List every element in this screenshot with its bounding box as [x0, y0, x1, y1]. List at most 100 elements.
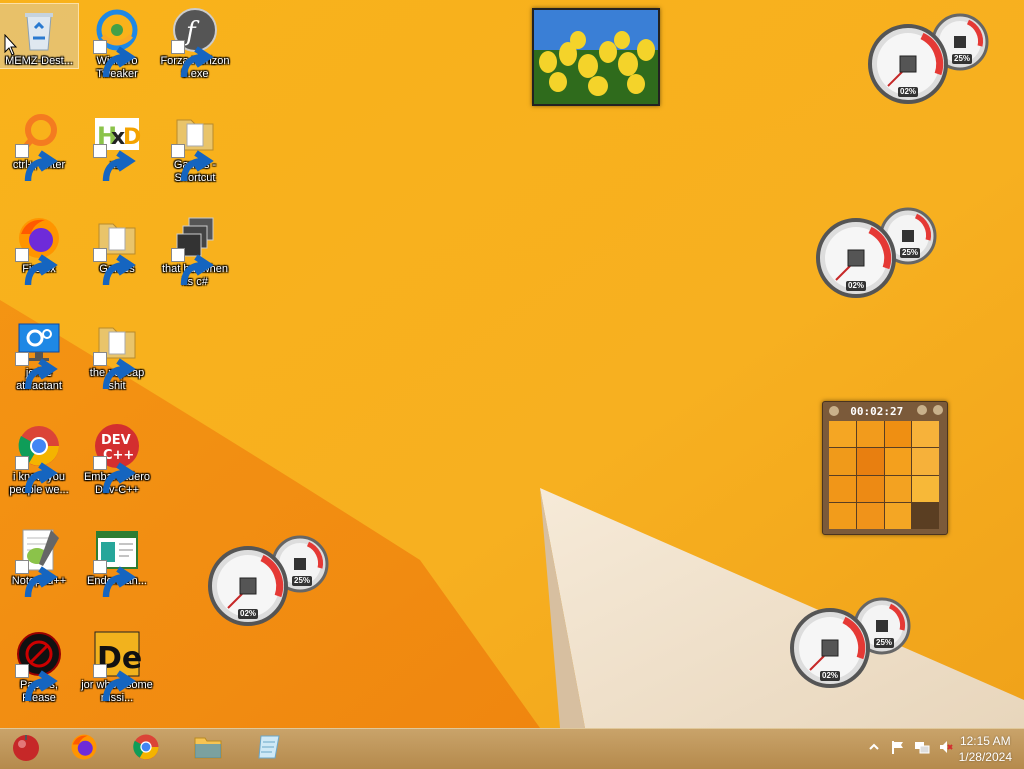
desktop-icon[interactable]: Hx DxD — [78, 108, 156, 182]
cpu-usage-value: 02% — [846, 281, 867, 291]
window-app-icon — [93, 526, 141, 598]
puzzle-shuffle-button[interactable] — [933, 405, 943, 415]
shortcut-arrow-icon — [15, 352, 58, 390]
puzzle-tile[interactable] — [829, 502, 856, 529]
start-button[interactable] — [2, 731, 50, 767]
start-orb-icon — [11, 732, 41, 767]
desktop-icon[interactable]: Enderman... — [78, 524, 156, 598]
desktop-icon[interactable]: Winaero Tweaker — [78, 4, 156, 81]
puzzle-tile[interactable] — [856, 448, 884, 475]
search-tool-icon — [15, 110, 63, 182]
puzzle-timer: 00:02:27 — [850, 404, 904, 418]
chrome-icon — [131, 732, 161, 767]
taskbar-notepad-button[interactable] — [246, 731, 294, 767]
hxd-icon: HxD — [93, 110, 141, 182]
puzzle-tile[interactable] — [829, 475, 856, 502]
desktop-icon[interactable]: Papers, Please — [0, 628, 78, 705]
shortcut-arrow-icon — [171, 144, 214, 182]
cpu-meter-gadget[interactable]: 02% 25% — [816, 206, 942, 302]
shortcut-arrow-icon — [15, 560, 58, 598]
desktop-icon[interactable]: De jor when some russi... — [78, 628, 156, 705]
cpu-usage-value: 02% — [898, 87, 919, 97]
puzzle-tile[interactable] — [856, 421, 884, 448]
desktop-icon[interactable]: that but when its c# — [156, 212, 234, 289]
cpu-meter-gadget[interactable]: 02% 25% — [868, 12, 994, 108]
puzzle-tile[interactable] — [884, 502, 912, 529]
desktop-icon[interactable]: jorkle attractant — [0, 316, 78, 393]
firefox-icon — [15, 214, 63, 286]
puzzle-back-button[interactable] — [829, 406, 839, 416]
clock-date: 1/28/2024 — [958, 750, 1012, 764]
shortcut-arrow-icon — [93, 456, 136, 494]
taskbar-chrome-button[interactable] — [122, 731, 170, 767]
svg-text:DEV: DEV — [101, 433, 131, 448]
shortcut-arrow-icon — [93, 40, 136, 78]
taskbar-firefox-button[interactable] — [60, 731, 108, 767]
puzzle-tile[interactable] — [856, 502, 884, 529]
puzzle-tile[interactable] — [912, 448, 939, 475]
desktop-icon[interactable]: Games - Shortcut — [156, 108, 234, 185]
firefox-icon — [69, 732, 99, 767]
cpu-usage-value: 02% — [820, 671, 841, 681]
winaero-icon — [93, 6, 141, 78]
shortcut-arrow-icon — [93, 144, 136, 182]
shortcut-arrow-icon — [15, 456, 58, 494]
puzzle-tile[interactable] — [884, 448, 912, 475]
de-icon: De — [93, 630, 141, 702]
desktop-icon[interactable]: ctrl+, enter — [0, 108, 78, 182]
shortcut-arrow-icon — [15, 664, 58, 702]
cpu-meter-gadget[interactable]: 02% 25% — [790, 596, 916, 692]
desktop-icon[interactable]: DEV C++ Embarcadero Dev-C++ — [78, 420, 156, 497]
taskbar-file-explorer-button[interactable] — [184, 731, 232, 767]
puzzle-tile[interactable] — [884, 421, 912, 448]
folder-icon — [93, 318, 141, 390]
puzzle-help-button[interactable] — [916, 405, 927, 415]
puzzle-tile[interactable] — [912, 421, 939, 448]
mouse-cursor-icon — [4, 34, 18, 56]
desktop-icon[interactable]: the popcap shit — [78, 316, 156, 393]
memory-usage-value: 25% — [900, 248, 921, 258]
notepadpp-icon — [15, 526, 63, 598]
system-tray — [866, 739, 954, 755]
chrome-icon — [15, 422, 63, 494]
folder-icon — [93, 214, 141, 286]
desktop-icon[interactable]: Notepad++ — [0, 524, 78, 598]
shortcut-arrow-icon — [93, 664, 136, 702]
desktop-icon[interactable]: Games — [78, 212, 156, 286]
puzzle-tile[interactable] — [912, 475, 939, 502]
clock-time: 12:15 AM — [959, 734, 1011, 748]
folder-icon — [171, 110, 219, 182]
recycle-bin-icon — [15, 6, 63, 54]
flash-player-icon: f — [171, 6, 219, 78]
memory-usage-value: 25% — [292, 576, 313, 586]
settings-monitor-icon — [15, 318, 63, 390]
shortcut-arrow-icon — [93, 248, 136, 286]
puzzle-tile[interactable] — [856, 475, 884, 502]
puzzle-grid — [829, 421, 939, 529]
desktop-icon[interactable]: f Forza Horizon 5.exe — [156, 4, 234, 81]
volume-muted-icon[interactable] — [938, 739, 954, 755]
slideshow-gadget[interactable] — [532, 8, 660, 106]
puzzle-tile[interactable] — [829, 448, 856, 475]
shortcut-arrow-icon — [15, 144, 58, 182]
tulips-photo — [534, 10, 658, 104]
network-icon[interactable] — [914, 739, 930, 755]
papers-please-icon — [15, 630, 63, 702]
cpu-usage-value: 02% — [238, 609, 259, 619]
desktop-icon-label: MEMZ-Dest... — [5, 55, 73, 67]
chevron-up-icon[interactable] — [866, 739, 882, 755]
memory-usage-value: 25% — [874, 638, 895, 648]
notepad-icon — [255, 732, 285, 767]
puzzle-tile[interactable] — [829, 421, 856, 448]
puzzle-tile[interactable] — [884, 475, 912, 502]
shortcut-arrow-icon — [93, 560, 136, 598]
desktop-icon[interactable]: i know you people we... — [0, 420, 78, 497]
cpu-meter-gadget[interactable]: 02% 25% — [208, 534, 334, 630]
desktop-icon[interactable]: Firefox — [0, 212, 78, 286]
picture-puzzle-gadget[interactable]: 00:02:27 — [822, 401, 948, 535]
flag-icon[interactable] — [890, 739, 906, 755]
taskbar: 12:15 AM 1/28/2024 — [0, 728, 1024, 769]
shortcut-arrow-icon — [171, 248, 214, 286]
clock[interactable]: 12:15 AM 1/28/2024 — [959, 733, 1012, 765]
shortcut-arrow-icon — [93, 352, 136, 390]
